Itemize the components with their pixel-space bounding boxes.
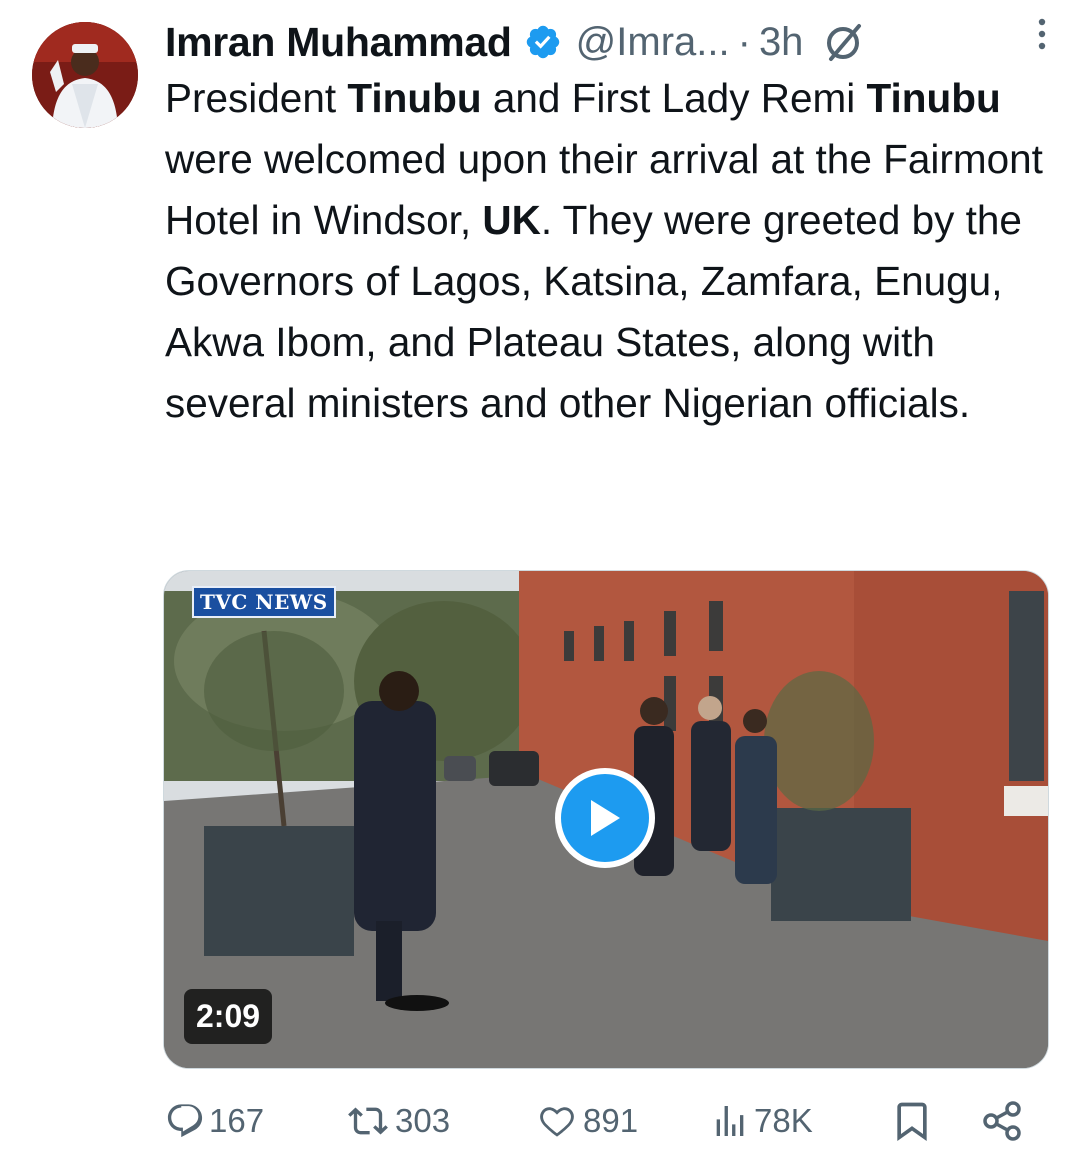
avatar-image	[32, 22, 138, 128]
tweet-text-bold-segment: Tinubu	[347, 75, 482, 121]
views-count: 78K	[754, 1102, 813, 1139]
author-name[interactable]: Imran Muhammad	[165, 19, 512, 66]
play-button[interactable]	[555, 768, 655, 868]
repost-icon	[348, 1107, 388, 1135]
more-icon[interactable]	[1032, 8, 1052, 56]
tweet-text-segment: President	[165, 75, 348, 121]
share-icon	[983, 1101, 1021, 1141]
reply-count: 167	[209, 1102, 265, 1139]
tvc-news-logo: TVC NEWS	[192, 586, 336, 618]
video-duration: 2:09	[184, 989, 273, 1044]
like-icon	[540, 1107, 574, 1137]
like-button[interactable]: 891	[535, 1090, 638, 1152]
play-icon	[591, 800, 620, 836]
bookmark-icon	[897, 1102, 927, 1142]
verified-badge-icon	[526, 25, 559, 59]
repost-button[interactable]: 303	[345, 1090, 450, 1152]
grok-icon[interactable]	[823, 21, 865, 63]
views-icon	[716, 1106, 744, 1136]
tweet-actions: 167 303 891 78K	[0, 1090, 1080, 1152]
reply-icon	[167, 1104, 203, 1138]
reply-button[interactable]: 167	[165, 1090, 264, 1152]
tweet-text-bold-segment: UK	[482, 197, 541, 243]
tweet-text: President Tinubu and First Lady Remi Tin…	[165, 68, 1045, 434]
like-count: 891	[583, 1102, 639, 1139]
tweet-text-bold-segment: Tinubu	[866, 75, 1001, 121]
share-button[interactable]	[980, 1090, 1024, 1152]
video-player[interactable]: TVC NEWS 2:09	[163, 570, 1049, 1069]
bookmark-button[interactable]	[890, 1090, 934, 1152]
separator-dot: ·	[737, 19, 751, 64]
tweet-text-segment: and First Lady Remi	[481, 75, 867, 121]
repost-count: 303	[395, 1102, 451, 1139]
tweet-header: Imran Muhammad @Imra... · 3h	[165, 14, 1060, 70]
author-avatar[interactable]	[32, 22, 138, 128]
tweet-timestamp[interactable]: 3h	[759, 20, 804, 65]
author-handle[interactable]: @Imra...	[576, 20, 730, 65]
views-button[interactable]: 78K	[710, 1090, 813, 1152]
